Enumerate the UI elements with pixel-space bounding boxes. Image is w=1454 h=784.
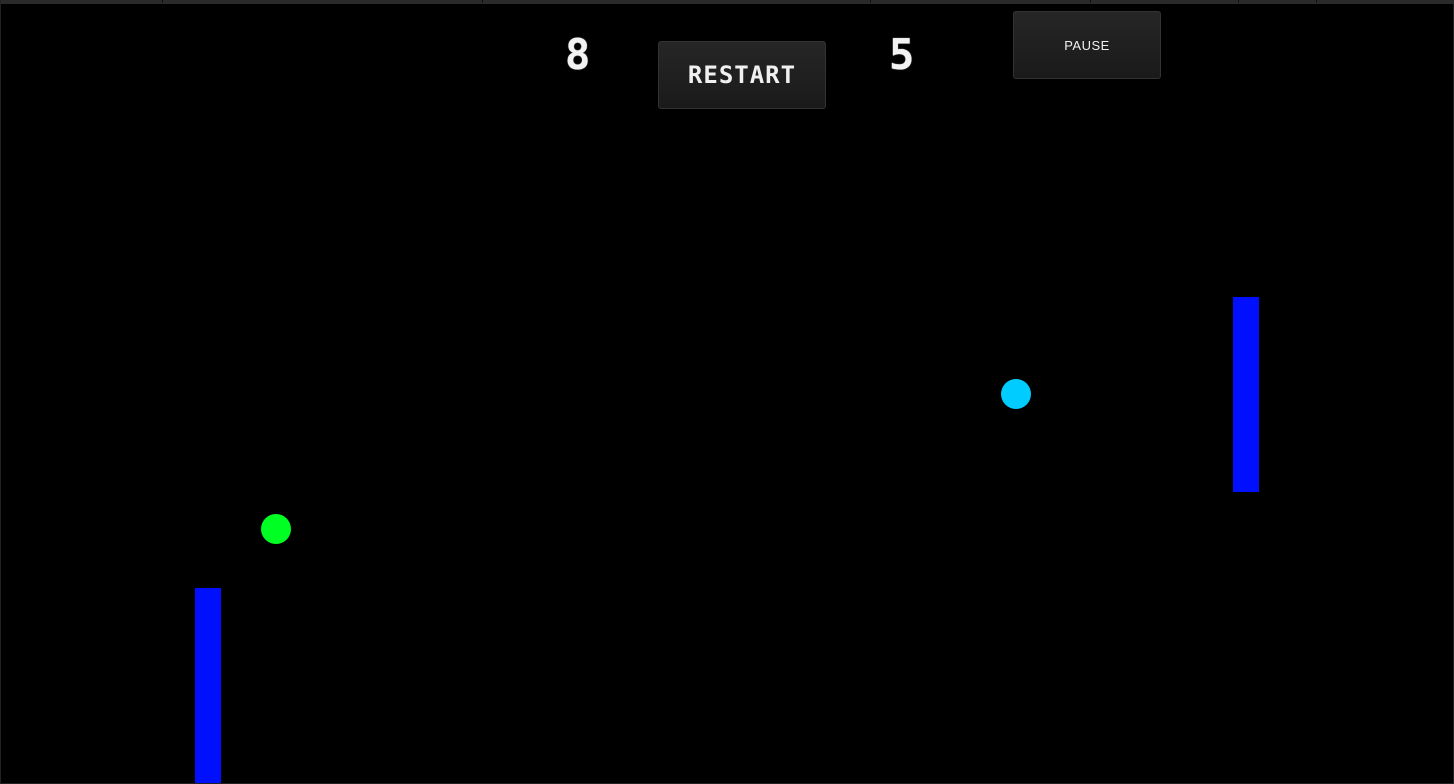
left-player-score: 8 — [565, 30, 592, 79]
left-paddle[interactable] — [195, 588, 221, 783]
green-ball — [261, 514, 291, 544]
top-strip-segment — [871, 0, 1091, 3]
pause-button[interactable]: PAUSE — [1013, 11, 1161, 79]
top-strip-segment — [483, 0, 871, 3]
restart-button[interactable]: RESTART — [658, 41, 826, 109]
right-player-score: 5 — [889, 30, 916, 79]
top-strip-segment — [1, 0, 163, 3]
top-strip-segment — [1091, 0, 1239, 3]
top-strip-segment — [1239, 0, 1317, 3]
top-border-strip — [1, 0, 1454, 4]
game-canvas[interactable]: 8 RESTART 5 PAUSE — [0, 0, 1454, 784]
top-strip-segment — [1317, 0, 1454, 3]
top-strip-segment — [163, 0, 483, 3]
right-paddle — [1233, 297, 1259, 492]
cyan-ball — [1001, 379, 1031, 409]
